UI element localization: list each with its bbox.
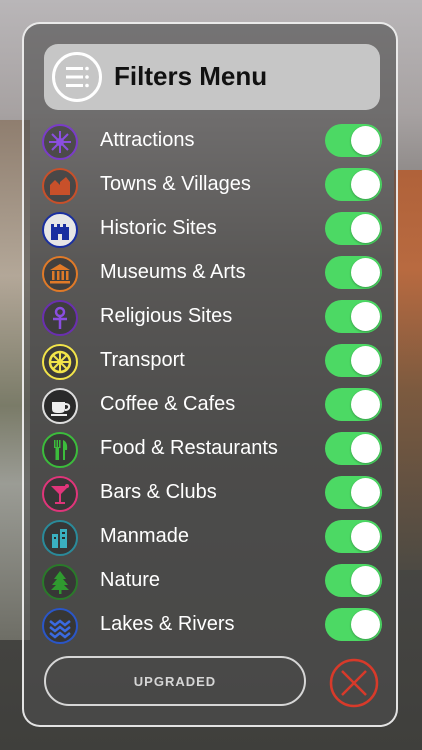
filter-label: Bars & Clubs	[100, 481, 217, 503]
toggle-food-restaurants[interactable]	[325, 432, 382, 465]
filter-row-coffee: Coffee & Cafes	[42, 385, 382, 425]
filter-row-attractions: Attractions	[42, 121, 382, 161]
menu-list-icon[interactable]	[52, 52, 102, 102]
filter-label: Manmade	[100, 525, 189, 547]
filter-row-bars: Bars & Clubs	[42, 473, 382, 513]
castle-icon	[42, 212, 78, 248]
toggle-bars-clubs[interactable]	[325, 476, 382, 509]
filter-row-manmade: Manmade	[42, 517, 382, 557]
buildings-icon	[42, 520, 78, 556]
close-x-icon[interactable]	[329, 658, 379, 708]
filter-label: Museums & Arts	[100, 261, 246, 283]
filter-label: Historic Sites	[100, 217, 217, 239]
toggle-lakes-rivers[interactable]	[325, 608, 382, 641]
toggle-religious-sites[interactable]	[325, 300, 382, 333]
filter-row-museums: Museums & Arts	[42, 253, 382, 293]
panel-header: Filters Menu	[44, 44, 380, 110]
towns-icon	[42, 168, 78, 204]
background-cliff-right	[394, 170, 422, 570]
attractions-icon	[42, 124, 78, 160]
ankh-icon	[42, 300, 78, 336]
filter-row-food: Food & Restaurants	[42, 429, 382, 469]
filter-row-towns: Towns & Villages	[42, 165, 382, 205]
toggle-nature[interactable]	[325, 564, 382, 597]
toggle-towns-villages[interactable]	[325, 168, 382, 201]
filter-row-lakes: Lakes & Rivers	[42, 605, 382, 645]
page-title: Filters Menu	[114, 61, 268, 91]
filter-label: Nature	[100, 569, 161, 591]
filter-label: Towns & Villages	[100, 173, 251, 195]
tree-icon	[42, 564, 78, 600]
filter-label: Lakes & Rivers	[100, 613, 235, 635]
filter-row-historic: Historic Sites	[42, 209, 382, 249]
upgraded-button[interactable]: UPGRADED	[44, 656, 306, 706]
toggle-museums-arts[interactable]	[325, 256, 382, 289]
museum-icon	[42, 256, 78, 292]
filter-label: Transport	[100, 349, 185, 371]
filter-row-nature: Nature	[42, 561, 382, 601]
toggle-manmade[interactable]	[325, 520, 382, 553]
wheel-icon	[42, 344, 78, 380]
waves-icon	[42, 608, 78, 644]
cutlery-icon	[42, 432, 78, 468]
filter-row-transport: Transport	[42, 341, 382, 381]
coffee-cup-icon	[42, 388, 78, 424]
toggle-attractions[interactable]	[325, 124, 382, 157]
toggle-transport[interactable]	[325, 344, 382, 377]
filter-label: Attractions	[100, 129, 195, 151]
filter-label: Food & Restaurants	[100, 437, 278, 459]
cocktail-icon	[42, 476, 78, 512]
toggle-historic-sites[interactable]	[325, 212, 382, 245]
toggle-coffee-cafes[interactable]	[325, 388, 382, 421]
filter-label: Religious Sites	[100, 305, 233, 327]
filters-panel: Filters Menu Attractions Towns & Village…	[22, 22, 398, 727]
filter-label: Coffee & Cafes	[100, 393, 236, 415]
filter-row-religious: Religious Sites	[42, 297, 382, 337]
